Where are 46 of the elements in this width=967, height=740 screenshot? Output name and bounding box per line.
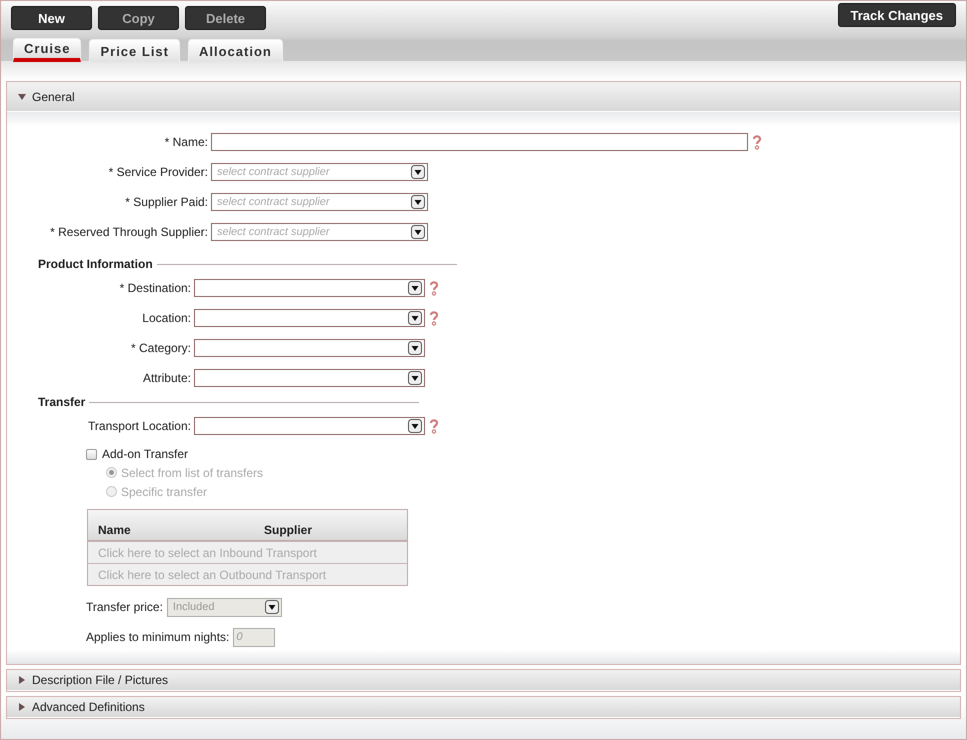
help-icon[interactable] bbox=[429, 418, 439, 434]
radio-label: Select from list of transfers bbox=[121, 466, 264, 480]
expand-arrow-icon[interactable] bbox=[18, 703, 26, 711]
field-label: * Reserved Through Supplier: bbox=[49, 225, 209, 239]
dropdown-field[interactable] bbox=[194, 417, 425, 435]
section-title: Description File / Pictures bbox=[32, 673, 168, 687]
dropdown-field[interactable] bbox=[194, 279, 425, 297]
tab[interactable]: Allocation bbox=[188, 39, 283, 62]
column-header: Name bbox=[98, 523, 132, 537]
dropdown-field[interactable] bbox=[194, 369, 425, 387]
section-header[interactable]: Advanced Definitions bbox=[7, 697, 960, 718]
tab[interactable]: Cruise bbox=[13, 38, 82, 62]
dropdown-field[interactable] bbox=[194, 339, 425, 357]
select-placeholder: select contract supplier bbox=[217, 166, 330, 178]
field-label: * Category: bbox=[130, 341, 192, 355]
section-title: Advanced Definitions bbox=[32, 700, 145, 714]
help-icon[interactable] bbox=[429, 280, 439, 296]
field-label: Transport Location: bbox=[87, 419, 192, 433]
collapse-arrow-icon[interactable] bbox=[18, 92, 26, 100]
tab[interactable]: Price List bbox=[89, 39, 180, 62]
field-label: Location: bbox=[141, 311, 192, 325]
select-placeholder: select contract supplier bbox=[217, 226, 330, 238]
section-header[interactable]: Description File / Pictures bbox=[7, 670, 960, 691]
text-field[interactable] bbox=[211, 133, 748, 151]
field-label: * Destination: bbox=[118, 281, 192, 295]
checkbox-label: Add-on Transfer bbox=[102, 447, 188, 461]
help-icon[interactable] bbox=[752, 134, 762, 150]
radio-label: Specific transfer bbox=[121, 484, 208, 498]
track-changes-button[interactable]: Track Changes bbox=[838, 3, 956, 27]
field-label: Applies to minimum nights: bbox=[86, 630, 230, 644]
column-header: Supplier bbox=[264, 523, 312, 537]
field-label: Transfer price: bbox=[86, 600, 163, 614]
section-header[interactable]: General bbox=[7, 82, 960, 112]
dropdown-field[interactable] bbox=[194, 309, 425, 327]
field-label: Attribute: bbox=[142, 371, 192, 385]
toolbar-button[interactable]: New bbox=[11, 6, 92, 30]
select-placeholder: select contract supplier bbox=[217, 196, 330, 208]
group-title: Product Information bbox=[38, 257, 153, 271]
checkbox[interactable] bbox=[86, 448, 97, 460]
field-label: * Supplier Paid: bbox=[124, 195, 209, 209]
section-title: General bbox=[32, 90, 75, 104]
field-label: * Name: bbox=[164, 135, 209, 149]
field-label: * Service Provider: bbox=[108, 165, 209, 179]
help-icon[interactable] bbox=[429, 310, 439, 326]
expand-arrow-icon[interactable] bbox=[18, 676, 26, 684]
group-title: Transfer bbox=[38, 395, 86, 409]
